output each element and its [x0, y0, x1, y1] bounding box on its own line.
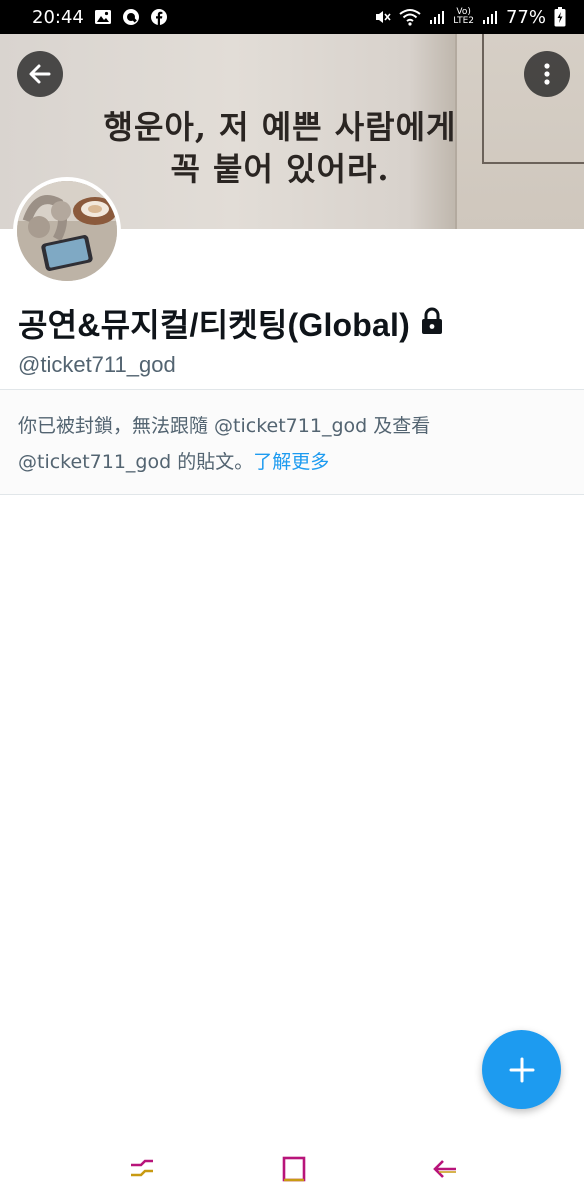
signal-icon: [482, 9, 498, 25]
blocked-message: 你已被封鎖，無法跟隨 @ticket711_god 及查看 @ticket711…: [18, 415, 431, 473]
battery-percent: 77%: [505, 6, 546, 28]
back-button[interactable]: [17, 51, 63, 97]
network-label-bottom: LTE2: [453, 16, 474, 26]
blocked-notice: 你已被封鎖，無法跟隨 @ticket711_god 及查看 @ticket711…: [0, 390, 584, 494]
recent-apps-button[interactable]: [125, 1152, 159, 1186]
avatar-image: [17, 181, 117, 281]
q-app-icon: [122, 8, 140, 26]
mute-icon: [373, 8, 391, 26]
network-label: Vo) LTE2: [453, 8, 474, 26]
profile-handle: @ticket711_god: [18, 352, 176, 377]
learn-more-link[interactable]: 了解更多: [253, 451, 329, 473]
compose-button[interactable]: [482, 1030, 561, 1109]
blocked-notice-text: 你已被封鎖，無法跟隨 @ticket711_god 及查看 @ticket711…: [18, 408, 568, 480]
status-right: Vo) LTE2 77%: [373, 7, 566, 28]
status-bar: 20:44 Vo) LTE2 77%: [0, 0, 584, 34]
wifi-icon: [399, 8, 421, 26]
arrow-left-icon: [29, 64, 51, 84]
home-icon: [282, 1156, 306, 1182]
profile-name: 공연&뮤지컬/티켓팅(Global): [18, 307, 410, 343]
banner-line-2: 꼭 붙어 있어라.: [170, 150, 390, 188]
back-nav-button[interactable]: [428, 1152, 462, 1186]
status-time: 20:44: [32, 6, 84, 28]
facebook-icon: [150, 8, 168, 26]
signal-icon: [429, 9, 445, 25]
recent-apps-icon: [131, 1159, 153, 1177]
lock-icon: [420, 307, 444, 340]
system-nav-bar: [0, 1140, 584, 1200]
more-options-button[interactable]: [524, 51, 570, 97]
plus-icon: [509, 1057, 534, 1082]
battery-icon: [554, 7, 566, 27]
banner-text: 행운아, 저 예쁜 사람에게 꼭 붙어 있어라.: [80, 106, 480, 190]
divider: [0, 494, 584, 495]
banner-frame: [482, 34, 584, 164]
status-left: 20:44: [32, 7, 168, 28]
image-icon: [94, 9, 112, 25]
more-vertical-icon: [544, 63, 550, 85]
banner-line-1: 행운아, 저 예쁜 사람에게: [103, 108, 457, 146]
back-icon: [433, 1160, 456, 1178]
home-button[interactable]: [277, 1152, 311, 1186]
avatar[interactable]: [13, 177, 121, 285]
profile-name-row: 공연&뮤지컬/티켓팅(Global): [18, 300, 444, 346]
